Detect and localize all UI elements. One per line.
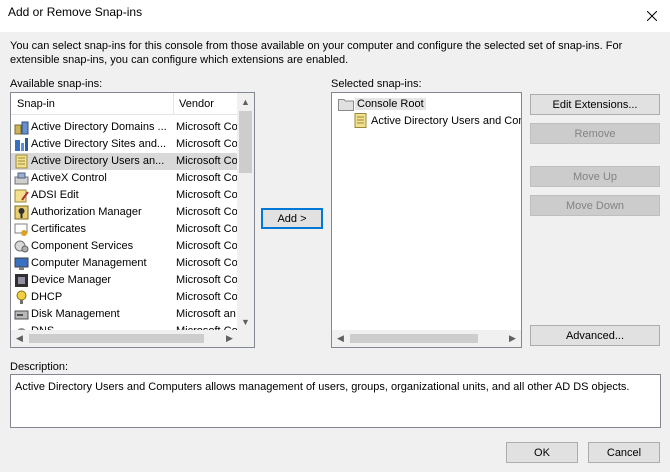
snapin-vendor: Microsoft Co [176,155,238,167]
column-header-vendor[interactable]: Vendor [179,98,214,110]
activex-icon [14,172,29,185]
move-down-button[interactable]: Move Down [530,195,660,216]
description-label: Description: [10,361,69,373]
snapin-vendor: Microsoft Co [176,189,238,201]
snapin-name: Disk Management [31,308,120,320]
scroll-right-icon[interactable]: ▶ [504,330,521,347]
authorization-icon [14,205,29,220]
list-item[interactable]: Active Directory Domains ... Microsoft Co [11,119,247,136]
snapin-vendor: Microsoft Co [176,223,238,235]
list-item[interactable]: ADSI Edit Microsoft Co [11,187,247,204]
list-item[interactable]: Device Manager Microsoft Co [11,272,247,289]
edit-extensions-button[interactable]: Edit Extensions... [530,94,660,115]
list-header: Snap-in Vendor [11,93,238,115]
snapin-name: Active Directory Users an... [31,155,165,167]
snapin-name: DHCP [31,291,63,303]
snapin-vendor: Microsoft Co [176,121,238,133]
scroll-right-icon[interactable]: ▶ [221,330,238,347]
snapin-vendor: Microsoft an [176,308,236,320]
list-item[interactable]: ActiveX Control Microsoft Co [11,170,247,187]
ad-users-icon [354,113,367,128]
snapin-name: Active Directory Domains ... [31,121,167,133]
list-item[interactable]: Authorization Manager Microsoft Co [11,204,247,221]
ad-users-icon [15,154,28,169]
list-item[interactable]: Computer Management Microsoft Co [11,255,247,272]
list-item[interactable]: Active Directory Sites and... Microsoft C… [11,136,247,153]
device-manager-icon [15,274,28,287]
component-services-icon [14,240,29,253]
intro-text: You can select snap-ins for this console… [10,40,623,66]
remove-button[interactable]: Remove [530,123,660,144]
snapin-name: ADSI Edit [31,189,79,201]
scroll-left-icon[interactable]: ◀ [332,330,349,347]
list-item[interactable]: Certificates Microsoft Co [11,221,247,238]
close-button[interactable] [634,0,670,32]
ad-domains-icon [14,121,29,135]
snapin-name: Device Manager [31,274,112,286]
list-item[interactable]: DHCP Microsoft Co [11,289,247,306]
tree-label-console-root: Console Root [355,98,426,110]
selected-label: Selected snap-ins: [331,78,422,90]
column-header-snapin[interactable]: Snap-in [17,98,55,110]
snapin-vendor: Microsoft Co [176,138,238,150]
scroll-up-icon[interactable]: ▲ [237,93,254,110]
snapins-dialog: Add or Remove Snap-ins You can select sn… [0,0,670,472]
snapin-name: Authorization Manager [31,206,142,218]
list-item[interactable]: Active Directory Users an... Microsoft Co [11,153,247,170]
available-label: Available snap-ins: [10,78,103,90]
ad-sites-icon [15,138,28,151]
snapin-name: ActiveX Control [31,172,107,184]
snapin-vendor: Microsoft Co [176,206,238,218]
computer-management-icon [14,257,29,270]
close-icon [647,11,657,21]
selected-snapins-tree[interactable]: Console Root Active Directory Users and … [331,92,522,348]
list-item[interactable]: Disk Management Microsoft an [11,306,247,323]
cancel-button[interactable]: Cancel [588,442,660,463]
snapin-vendor: Microsoft Co [176,240,238,252]
advanced-button[interactable]: Advanced... [530,325,660,346]
tree-label-ad-users: Active Directory Users and Com [371,115,522,127]
folder-icon [338,99,354,111]
add-button[interactable]: Add > [261,208,323,229]
scroll-thumb[interactable] [239,111,252,173]
snapin-vendor: Microsoft Co [176,172,238,184]
list-item[interactable]: Component Services Microsoft Co [11,238,247,255]
snapin-vendor: Microsoft Co [176,291,238,303]
ok-button[interactable]: OK [506,442,578,463]
available-snapins-list[interactable]: Snap-in Vendor Active Directory Domains … [10,92,255,348]
hscroll-thumb[interactable] [350,334,478,343]
snapin-vendor: Microsoft Co [176,257,238,269]
dhcp-icon [16,290,27,304]
adsi-edit-icon [14,189,29,203]
vertical-scrollbar[interactable]: ▲ ▼ [237,93,254,330]
snapin-name: Certificates [31,223,87,235]
scroll-left-icon[interactable]: ◀ [11,330,28,347]
selected-horizontal-scrollbar[interactable]: ◀ ▶ [332,330,521,347]
scroll-down-icon[interactable]: ▼ [237,313,254,330]
title-bar: Add or Remove Snap-ins [0,0,670,32]
snapin-vendor: Microsoft Co [176,274,238,286]
certificates-icon [14,223,28,236]
snapin-name: Active Directory Sites and... [31,138,167,150]
horizontal-scrollbar[interactable]: ◀ ▶ [11,330,238,347]
hscroll-thumb[interactable] [29,334,204,343]
window-title: Add or Remove Snap-ins [8,5,143,19]
disk-management-icon [14,310,29,320]
snapin-name: Component Services [31,240,134,252]
snapin-name: Computer Management [31,257,147,269]
description-box: Active Directory Users and Computers all… [10,374,661,428]
move-up-button[interactable]: Move Up [530,166,660,187]
